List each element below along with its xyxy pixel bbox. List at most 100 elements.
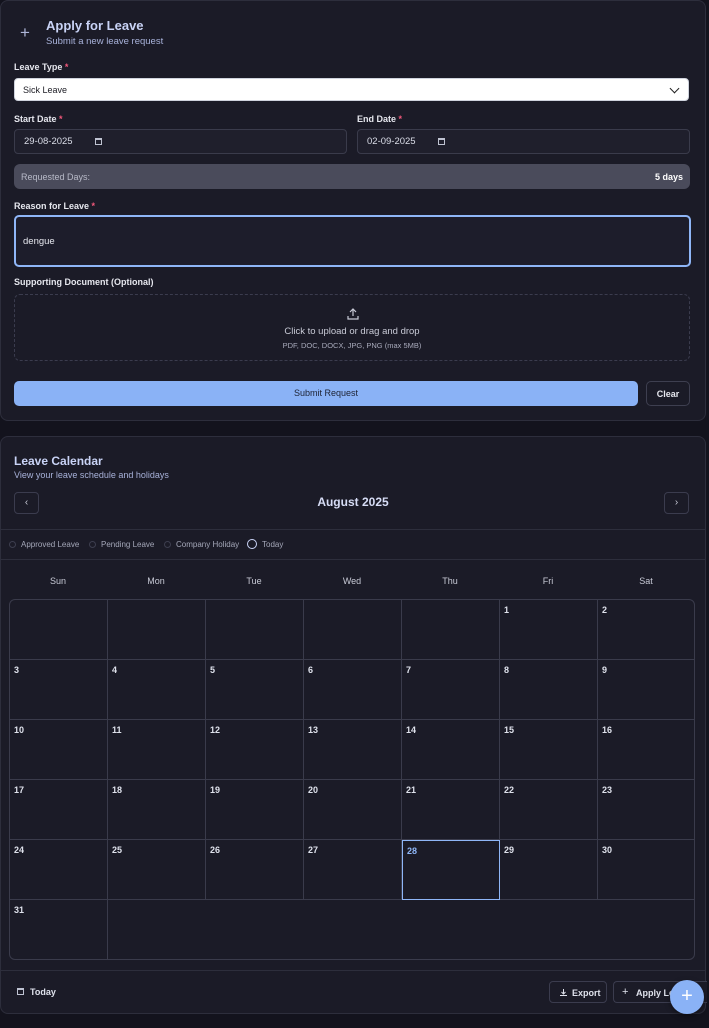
calendar-day-cell[interactable]: 14: [402, 720, 500, 780]
calendar-grid: 1 2 3 4 5 6 7 8 9 10 11 12 13 14 15 16 17 18 19 20 21 22 23 24 2…: [9, 599, 695, 960]
weekday-header: Fri: [542, 576, 554, 586]
calendar-day-cell[interactable]: 3: [10, 660, 108, 720]
calendar-subtitle: View your leave schedule and holidays: [14, 470, 169, 480]
start-date-input[interactable]: 29-08-2025: [14, 129, 347, 154]
plus-icon: +: [20, 23, 30, 42]
calendar-day-cell[interactable]: 15: [500, 720, 598, 780]
calendar-day-cell[interactable]: 6: [304, 660, 402, 720]
leave-calendar-card: Leave Calendar View your leave schedule …: [0, 436, 707, 1014]
calendar-empty-cell: [206, 600, 304, 660]
leave-type-label: Leave Type *: [14, 62, 69, 72]
calendar-day-cell[interactable]: 5: [206, 660, 304, 720]
day-number: 9: [602, 665, 608, 675]
calendar-day-cell[interactable]: 29: [500, 840, 598, 900]
calendar-day-cell[interactable]: 31: [10, 900, 108, 959]
day-number: 23: [602, 785, 613, 795]
calendar-icon: [17, 988, 24, 995]
weekday-header: Wed: [342, 576, 362, 586]
day-number: 18: [112, 785, 123, 795]
calendar-day-cell[interactable]: 24: [10, 840, 108, 900]
day-number: 27: [308, 845, 319, 855]
calendar-empty-cell: [402, 600, 500, 660]
calendar-day-cell[interactable]: 16: [598, 720, 694, 780]
start-date-value: 29-08-2025: [24, 136, 73, 147]
calendar-day-cell[interactable]: 13: [304, 720, 402, 780]
day-number: 17: [14, 785, 25, 795]
calendar-day-cell[interactable]: 7: [402, 660, 500, 720]
day-number: 25: [112, 845, 123, 855]
day-number: 15: [504, 725, 515, 735]
leave-type-value: Sick Leave: [23, 85, 68, 95]
day-number: 12: [210, 725, 221, 735]
calendar-day-cell[interactable]: 21: [402, 780, 500, 840]
legend-pending-leave: Pending Leave: [101, 540, 155, 549]
upload-dropzone[interactable]: Click to upload or drag and drop PDF, DO…: [14, 294, 690, 361]
day-number: 3: [14, 665, 20, 675]
divider: [1, 559, 705, 560]
export-button[interactable]: Export: [549, 981, 607, 1003]
calendar-day-cell[interactable]: 17: [10, 780, 108, 840]
day-number: 10: [14, 725, 25, 735]
calendar-day-cell[interactable]: 26: [206, 840, 304, 900]
day-number: 31: [14, 905, 25, 915]
company-holiday-dot: [164, 541, 171, 548]
calendar-empty-cell: [304, 600, 402, 660]
today-button[interactable]: Today: [30, 987, 56, 997]
pending-leave-dot: [89, 541, 96, 548]
weekday-header: Sat: [639, 576, 653, 586]
leave-type-select[interactable]: Sick Leave: [14, 78, 689, 101]
calendar-day-cell[interactable]: 2: [598, 600, 694, 660]
calendar-day-cell[interactable]: 8: [500, 660, 598, 720]
calendar-day-cell[interactable]: 12: [206, 720, 304, 780]
apply-leave-title: Apply for Leave: [46, 18, 144, 33]
end-date-value: 02-09-2025: [367, 136, 416, 147]
calendar-day-cell[interactable]: 30: [598, 840, 694, 900]
month-label: August 2025: [317, 495, 389, 509]
calendar-day-cell[interactable]: 10: [10, 720, 108, 780]
floating-add-button[interactable]: +: [670, 980, 704, 1014]
requested-days-label: Requested Days:: [21, 172, 91, 182]
today-dot: [247, 539, 257, 549]
calendar-day-cell[interactable]: 4: [108, 660, 206, 720]
day-number: 2: [602, 605, 608, 615]
calendar-icon[interactable]: [95, 138, 102, 145]
next-month-button[interactable]: ›: [664, 492, 689, 514]
calendar-icon[interactable]: [438, 138, 445, 145]
day-number: 22: [504, 785, 515, 795]
weekday-header: Sun: [49, 576, 66, 586]
upload-hint: PDF, DOC, DOCX, JPG, PNG (max 5MB): [282, 341, 422, 350]
calendar-day-cell[interactable]: 28: [402, 840, 500, 900]
calendar-empty-cell: [108, 600, 206, 660]
calendar-day-cell[interactable]: 11: [108, 720, 206, 780]
day-number: 30: [602, 845, 613, 855]
apply-leave-card: + Apply for Leave Submit a new leave req…: [0, 0, 706, 421]
calendar-day-cell[interactable]: 25: [108, 840, 206, 900]
day-number: 4: [112, 665, 118, 675]
export-label: Export: [572, 988, 601, 998]
divider: [1, 529, 705, 530]
weekday-header: Tue: [246, 576, 262, 586]
calendar-day-cell[interactable]: 1: [500, 600, 598, 660]
weekday-header: Mon: [147, 576, 165, 586]
calendar-day-cell[interactable]: 18: [108, 780, 206, 840]
submit-request-button[interactable]: Submit Request: [14, 381, 638, 406]
start-date-label: Start Date *: [14, 114, 63, 124]
legend-approved-leave: Approved Leave: [21, 540, 80, 549]
calendar-day-cell[interactable]: 19: [206, 780, 304, 840]
day-number: 28: [407, 846, 418, 856]
end-date-input[interactable]: 02-09-2025: [357, 129, 690, 154]
clear-button[interactable]: Clear: [646, 381, 690, 406]
chevron-down-icon: [669, 83, 680, 94]
reason-textarea[interactable]: dengue: [14, 215, 691, 267]
calendar-day-cell[interactable]: 27: [304, 840, 402, 900]
legend-company-holiday: Company Holiday: [176, 540, 240, 549]
legend-today: Today: [262, 540, 284, 549]
calendar-day-cell[interactable]: 9: [598, 660, 694, 720]
calendar-day-cell[interactable]: 22: [500, 780, 598, 840]
calendar-empty-cell: [10, 600, 108, 660]
required-mark: *: [398, 114, 403, 124]
calendar-day-cell[interactable]: 20: [304, 780, 402, 840]
plus-icon: +: [622, 986, 629, 998]
calendar-day-cell[interactable]: 23: [598, 780, 694, 840]
approved-leave-dot: [9, 541, 16, 548]
